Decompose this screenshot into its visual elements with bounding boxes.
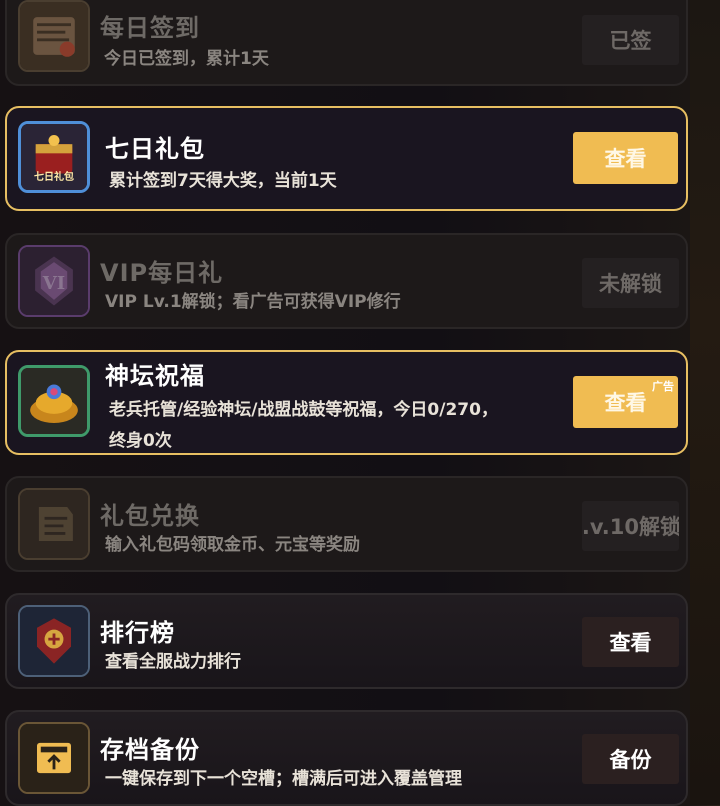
leaderboard-card: 排行榜 查看全服战力排行 查看 — [5, 593, 688, 689]
view-button[interactable]: 查看 — [573, 132, 678, 184]
card-title: 每日签到 — [100, 14, 200, 42]
card-description: 累计签到7天得大奖，当前1天 — [109, 171, 337, 191]
gold-pile-icon — [18, 365, 90, 437]
card-description-line1: 老兵托管/经验神坛/战盟战鼓等祝福，今日0/270， — [109, 400, 498, 420]
view-leaderboard-button[interactable]: 查看 — [582, 617, 679, 667]
vip-daily-gift-card: VI VIP每日礼 VIP Lv.1解锁；看广告可获得VIP修行 未解锁 — [5, 233, 688, 329]
icon-label: VI — [42, 273, 66, 294]
button-label: 查看 — [604, 391, 647, 415]
card-description: VIP Lv.1解锁；看广告可获得VIP修行 — [105, 292, 401, 312]
card-title: 神坛祝福 — [105, 362, 205, 390]
card-title: VIP每日礼 — [100, 259, 224, 287]
card-description-line2: 终身0次 — [109, 431, 172, 451]
background-edge — [690, 0, 720, 805]
card-description: 输入礼包码领取金币、元宝等奖励 — [105, 535, 360, 555]
signed-button[interactable]: 已签 — [582, 15, 679, 65]
card-description: 今日已签到，累计1天 — [104, 49, 269, 69]
card-title: 礼包兑换 — [100, 502, 200, 530]
gift-code-card: 礼包兑换 输入礼包码领取金币、元宝等奖励 .v.10解锁 — [5, 476, 688, 572]
seven-day-gift-card: 七日礼包 七日礼包 累计签到7天得大奖，当前1天 查看 — [5, 106, 688, 211]
save-box-icon — [18, 722, 90, 794]
ad-tag: 广告 — [652, 380, 674, 393]
card-title: 存档备份 — [100, 736, 200, 764]
ranking-emblem-icon — [18, 605, 90, 677]
unlock-requirement-button[interactable]: .v.10解锁 — [582, 501, 679, 551]
icon-label: 七日礼包 — [34, 172, 74, 183]
treasure-chest-icon: 七日礼包 — [18, 121, 90, 193]
save-backup-card: 存档备份 一键保存到下一个空槽；槽满后可进入覆盖管理 备份 — [5, 710, 688, 806]
backup-button[interactable]: 备份 — [582, 734, 679, 784]
daily-signin-card: 每日签到 今日已签到，累计1天 已签 — [5, 0, 688, 86]
card-title: 排行榜 — [100, 619, 175, 647]
card-description: 查看全服战力排行 — [105, 652, 241, 672]
view-ad-button[interactable]: 查看 广告 — [573, 376, 678, 428]
card-title: 七日礼包 — [105, 135, 205, 163]
gift-scroll-icon — [18, 488, 90, 560]
locked-button[interactable]: 未解锁 — [582, 258, 679, 308]
button-label: .v.10解锁 — [582, 515, 679, 539]
scroll-icon — [18, 0, 90, 72]
altar-blessing-card: 神坛祝福 老兵托管/经验神坛/战盟战鼓等祝福，今日0/270， 终身0次 查看 … — [5, 350, 688, 455]
vip-crest-icon: VI — [18, 245, 90, 317]
card-description: 一键保存到下一个空槽；槽满后可进入覆盖管理 — [105, 769, 462, 789]
